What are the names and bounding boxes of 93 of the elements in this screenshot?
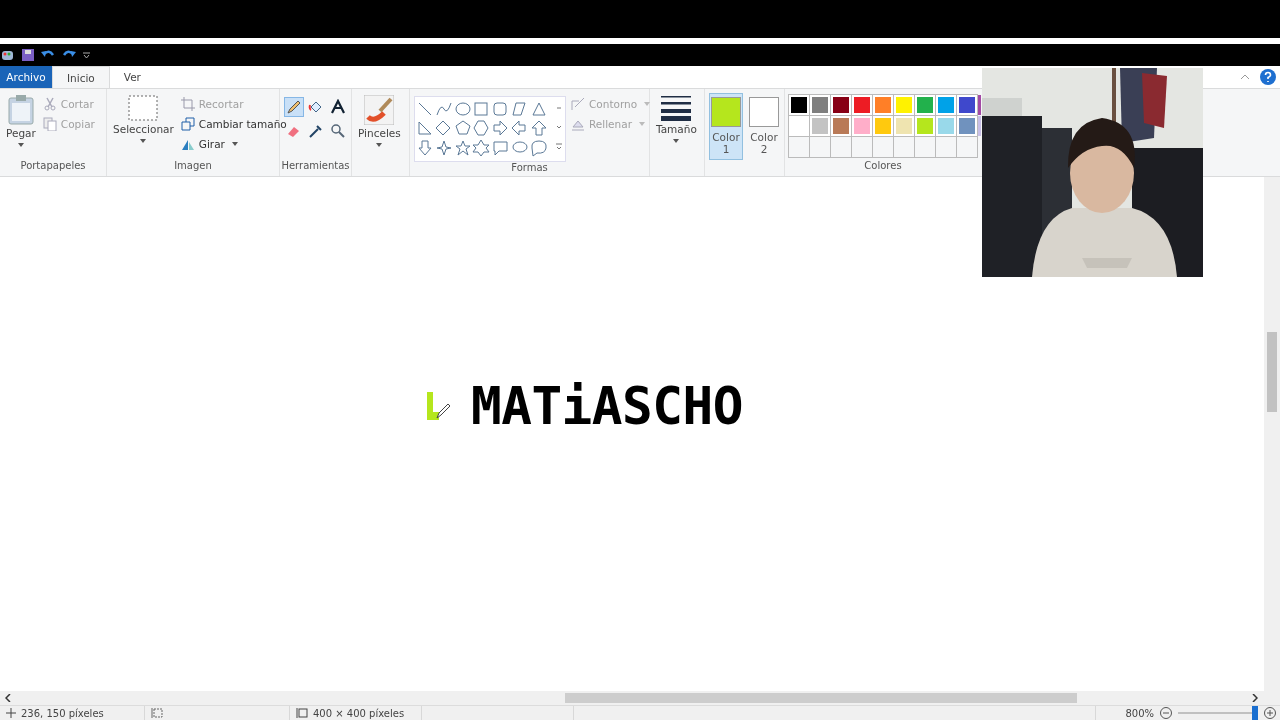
paste-button[interactable]: Pegar <box>4 93 38 160</box>
group-label: Formas <box>510 162 549 175</box>
group-label: Portapapeles <box>19 160 87 173</box>
line-icon[interactable] <box>418 102 432 116</box>
move-cursor-icon <box>6 708 16 718</box>
palette-swatch[interactable] <box>957 95 977 115</box>
left-arrow-icon[interactable] <box>511 120 526 136</box>
caret-icon <box>644 102 651 106</box>
palette-swatch[interactable] <box>852 116 872 136</box>
scissors-icon <box>42 97 57 111</box>
oval-callout-icon[interactable] <box>512 141 528 153</box>
selection-icon <box>128 95 159 121</box>
rectangle-icon[interactable] <box>474 102 488 116</box>
outline-icon <box>571 97 585 111</box>
group-label: Imagen <box>173 160 213 173</box>
image-size-icon <box>296 708 308 718</box>
scroll-left-icon[interactable] <box>5 694 11 702</box>
group-label: Colores <box>863 160 903 173</box>
palette-swatch[interactable] <box>936 95 956 115</box>
oval-icon[interactable] <box>455 102 471 116</box>
vertical-scrollbar[interactable] <box>1264 177 1280 691</box>
up-arrow-icon[interactable] <box>531 120 547 136</box>
hexagon-icon[interactable] <box>473 120 489 136</box>
palette-swatch[interactable] <box>978 95 981 115</box>
rotate-button[interactable]: Girar <box>179 135 288 153</box>
four-point-star-icon[interactable] <box>436 140 452 156</box>
copy-icon <box>42 117 57 131</box>
pentagon-icon[interactable] <box>455 120 471 135</box>
palette-swatch[interactable] <box>810 95 830 115</box>
six-point-star-icon[interactable] <box>472 139 490 157</box>
triangle-icon[interactable] <box>532 102 546 116</box>
caret-icon <box>673 139 680 143</box>
group-label: Herramientas <box>280 160 351 173</box>
palette-swatch[interactable] <box>852 95 872 115</box>
ribbon-tab[interactable]: Inicio <box>52 66 110 88</box>
palette-swatch[interactable] <box>873 95 893 115</box>
horizontal-scrollbar[interactable] <box>0 691 1280 705</box>
callout-icon[interactable] <box>493 141 508 156</box>
palette-swatch[interactable] <box>915 95 935 115</box>
paint-app-icon <box>1 48 15 62</box>
caret-icon <box>376 143 383 147</box>
zoom-in-icon[interactable] <box>1264 707 1276 719</box>
save-icon[interactable] <box>22 49 34 61</box>
customize-dropdown-icon[interactable] <box>83 51 90 59</box>
palette-swatch[interactable] <box>957 116 977 136</box>
right-arrow-icon[interactable] <box>493 120 508 136</box>
size-button[interactable]: Tamaño <box>654 93 699 160</box>
rounded-rectangle-icon[interactable] <box>493 102 507 116</box>
palette-swatch[interactable] <box>936 116 956 136</box>
line-width-icon <box>661 95 692 121</box>
pencil-cursor-icon <box>427 392 451 422</box>
image-size: 400 × 400 píxeles <box>313 707 405 719</box>
polygon-icon[interactable] <box>512 102 526 116</box>
color-slot-button[interactable]: Color 1 <box>709 93 743 160</box>
brushes-button[interactable]: Pinceles <box>356 93 403 160</box>
help-icon[interactable] <box>1260 69 1276 85</box>
file-tab[interactable]: Archivo <box>0 66 52 88</box>
palette-swatch[interactable] <box>831 116 851 136</box>
selection-size-icon <box>151 708 163 718</box>
caret-icon <box>140 139 147 143</box>
brush-icon <box>364 95 395 125</box>
resize-button[interactable]: Cambiar tamaño <box>179 115 288 133</box>
palette-swatch[interactable] <box>810 116 830 136</box>
palette-swatch[interactable] <box>789 95 809 115</box>
palette-swatch[interactable] <box>915 116 935 136</box>
zoom-level: 800% <box>1125 707 1154 719</box>
palette-swatch[interactable] <box>831 95 851 115</box>
collapse-ribbon-icon[interactable] <box>1240 74 1250 80</box>
diamond-icon[interactable] <box>435 120 451 136</box>
select-button[interactable]: Seleccionar <box>111 93 176 160</box>
scroll-right-icon[interactable] <box>1252 694 1258 702</box>
palette-swatch[interactable] <box>978 116 981 136</box>
palette-swatch[interactable] <box>789 116 809 136</box>
zoom-out-icon[interactable] <box>1160 707 1172 719</box>
zoom-slider-thumb[interactable] <box>1251 706 1258 720</box>
five-point-star-icon[interactable] <box>455 140 471 156</box>
crop-icon <box>180 97 195 111</box>
caret-icon <box>17 143 24 147</box>
color-slot-button[interactable]: Color 2 <box>747 93 781 160</box>
down-arrow-icon[interactable] <box>418 140 432 156</box>
palette-swatch[interactable] <box>894 116 914 136</box>
resize-icon <box>180 117 195 131</box>
pencil-icon[interactable] <box>284 97 304 117</box>
canvas-text: MATiASCHO <box>471 383 743 431</box>
curve-icon[interactable] <box>436 102 452 116</box>
right-triangle-icon[interactable] <box>418 121 432 135</box>
cursor-position: 236, 150 píxeles <box>21 707 104 719</box>
palette-swatch[interactable] <box>894 95 914 115</box>
caret-icon <box>231 142 238 146</box>
palette-swatch[interactable] <box>873 116 893 136</box>
clipboard-icon <box>7 95 34 125</box>
cloud-callout-icon[interactable] <box>531 140 547 157</box>
caret-icon <box>639 122 645 126</box>
